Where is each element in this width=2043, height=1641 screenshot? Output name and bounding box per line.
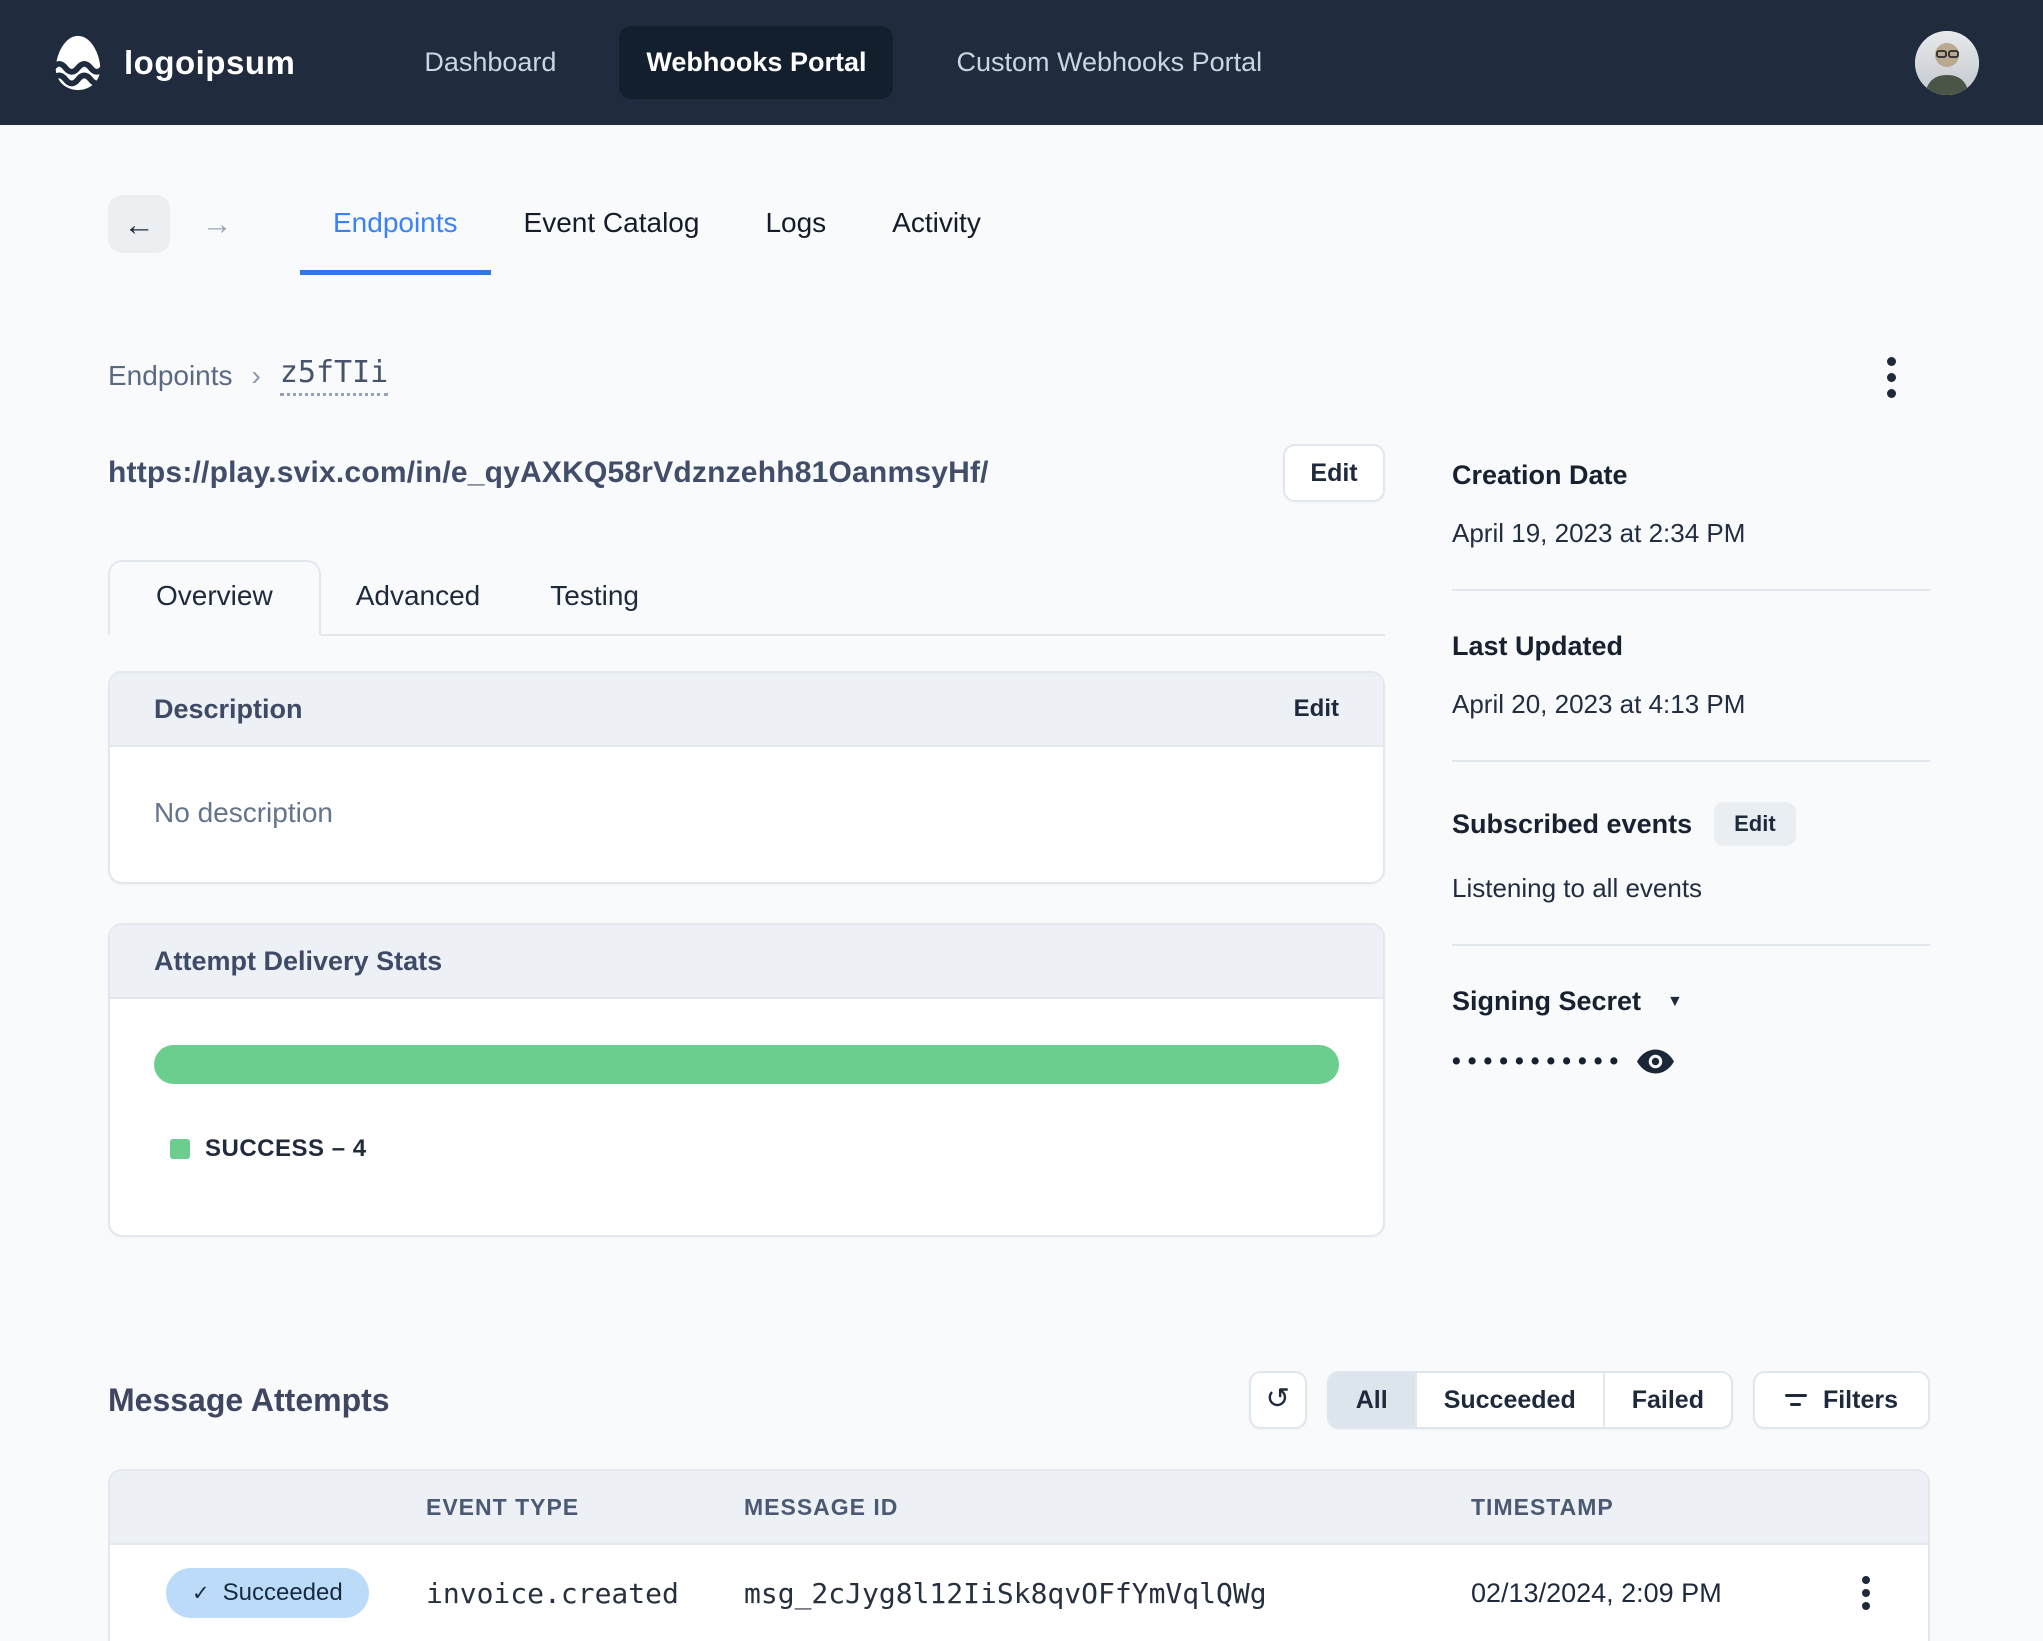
forward-button[interactable]: → bbox=[186, 195, 248, 253]
delivery-stats-card: Attempt Delivery Stats SUCCESS – 4 bbox=[108, 923, 1385, 1237]
last-updated-label: Last Updated bbox=[1452, 631, 1624, 661]
table-header-row: EVENT TYPE MESSAGE ID TIMESTAMP bbox=[110, 1471, 1928, 1545]
creation-date-label: Creation Date bbox=[1452, 460, 1628, 490]
description-body: No description bbox=[110, 747, 1383, 882]
filter-failed-button[interactable]: Failed bbox=[1604, 1373, 1731, 1427]
stats-legend: SUCCESS – 4 bbox=[154, 1135, 1339, 1235]
breadcrumb: Endpoints › z5fTIi bbox=[108, 355, 1385, 396]
no-description-text: No description bbox=[154, 797, 333, 828]
description-title: Description bbox=[154, 693, 303, 724]
tab-activity[interactable]: Activity bbox=[859, 195, 1014, 275]
breadcrumb-endpoint-id[interactable]: z5fTIi bbox=[279, 355, 389, 396]
top-nav: logoipsum Dashboard Webhooks Portal Cust… bbox=[0, 0, 2043, 125]
success-legend-label: SUCCESS – 4 bbox=[205, 1135, 367, 1162]
status-badge: ✓ Succeeded bbox=[166, 1568, 369, 1618]
subscribed-events-value: Listening to all events bbox=[1452, 873, 1703, 903]
message-attempts-controls: ↺ All Succeeded Failed Filters bbox=[1248, 1371, 1930, 1429]
user-avatar[interactable] bbox=[1915, 30, 1979, 95]
nav-item-custom-webhooks-portal[interactable]: Custom Webhooks Portal bbox=[929, 26, 1289, 99]
signing-secret-masked-value: ••••••••••• bbox=[1452, 1047, 1626, 1075]
endpoint-options-kebab-icon[interactable] bbox=[1883, 353, 1900, 402]
divider bbox=[1452, 944, 1930, 946]
signing-secret-toggle[interactable]: Signing Secret ▼ bbox=[1452, 986, 1930, 1017]
message-attempts-header: Message Attempts ↺ All Succeeded Failed … bbox=[108, 1371, 1930, 1429]
page-body: ← → Endpoints Event Catalog Logs Activit… bbox=[0, 195, 2043, 1641]
reveal-secret-button[interactable] bbox=[1637, 1049, 1675, 1074]
forward-arrow-icon: → bbox=[201, 206, 233, 241]
chevron-down-icon: ▼ bbox=[1667, 992, 1683, 1010]
refresh-icon: ↺ bbox=[1265, 1382, 1290, 1415]
timestamp-cell: 02/13/2024, 2:09 PM bbox=[1471, 1577, 1722, 1608]
status-badge-label: Succeeded bbox=[222, 1579, 343, 1606]
delivery-stats-title: Attempt Delivery Stats bbox=[154, 945, 443, 976]
creation-date-block: Creation Date April 19, 2023 at 2:34 PM bbox=[1452, 460, 1930, 549]
logo-text: logoipsum bbox=[124, 43, 296, 81]
endpoint-url: https://play.svix.com/in/e_qyAXKQ58rVdzn… bbox=[108, 456, 989, 489]
delivery-stats-body: SUCCESS – 4 bbox=[110, 999, 1383, 1235]
success-swatch-icon bbox=[170, 1139, 190, 1159]
endpoint-url-row: https://play.svix.com/in/e_qyAXKQ58rVdzn… bbox=[108, 444, 1385, 502]
history-tabs-row: ← → Endpoints Event Catalog Logs Activit… bbox=[108, 195, 1930, 275]
success-bar bbox=[154, 1045, 1339, 1084]
message-id-cell: msg_2cJyg8l12IiSk8qvOFfYmVqlQWg bbox=[744, 1576, 1267, 1610]
filter-all-button[interactable]: All bbox=[1328, 1373, 1417, 1427]
detail-tabbar: Overview Advanced Testing bbox=[108, 560, 1385, 636]
creation-date-value: April 19, 2023 at 2:34 PM bbox=[1452, 518, 1746, 548]
last-updated-value: April 20, 2023 at 4:13 PM bbox=[1452, 689, 1746, 719]
user-avatar-image bbox=[1915, 30, 1979, 95]
content-row: Endpoints › z5fTIi https://play.svix.com… bbox=[108, 339, 1930, 1237]
message-attempts-table: EVENT TYPE MESSAGE ID TIMESTAMP ✓ Succee… bbox=[108, 1469, 1930, 1641]
tab-event-catalog[interactable]: Event Catalog bbox=[491, 195, 733, 275]
delivery-stats-header: Attempt Delivery Stats bbox=[110, 925, 1383, 999]
edit-subscribed-events-button[interactable]: Edit bbox=[1714, 802, 1796, 846]
event-type-column-header: EVENT TYPE bbox=[426, 1493, 580, 1520]
status-cell: ✓ Succeeded bbox=[110, 1568, 426, 1618]
tab-overview[interactable]: Overview bbox=[108, 560, 321, 636]
page-tabs: Endpoints Event Catalog Logs Activity bbox=[300, 195, 1014, 275]
tab-logs[interactable]: Logs bbox=[732, 195, 859, 275]
tab-endpoints[interactable]: Endpoints bbox=[300, 195, 491, 275]
filter-succeeded-button[interactable]: Succeeded bbox=[1416, 1373, 1605, 1427]
breadcrumb-endpoints-link[interactable]: Endpoints bbox=[108, 360, 233, 392]
signing-secret-label: Signing Secret bbox=[1452, 986, 1642, 1016]
row-options-kebab-icon[interactable] bbox=[1858, 1572, 1874, 1614]
filters-button[interactable]: Filters bbox=[1752, 1371, 1930, 1429]
eye-icon bbox=[1637, 1049, 1675, 1074]
table-row[interactable]: ✓ Succeeded invoice.created msg_2cJyg8l1… bbox=[110, 1545, 1928, 1641]
subscribed-events-block: Subscribed events Edit Listening to all … bbox=[1452, 802, 1930, 904]
refresh-button[interactable]: ↺ bbox=[1248, 1371, 1307, 1429]
endpoint-detail: Endpoints › z5fTIi https://play.svix.com… bbox=[108, 339, 1385, 1237]
tab-testing[interactable]: Testing bbox=[515, 562, 674, 634]
message-id-column-header: MESSAGE ID bbox=[744, 1493, 899, 1520]
signing-secret-block: Signing Secret ▼ ••••••••••• bbox=[1452, 986, 1930, 1076]
description-card: Description Edit No description bbox=[108, 671, 1385, 884]
filter-icon bbox=[1784, 1394, 1807, 1406]
subscribed-events-label: Subscribed events bbox=[1452, 808, 1693, 839]
event-type-cell: invoice.created bbox=[426, 1576, 679, 1610]
message-attempts-title: Message Attempts bbox=[108, 1381, 390, 1418]
chevron-right-icon: › bbox=[251, 359, 261, 391]
logo: logoipsum bbox=[49, 34, 295, 92]
tab-advanced[interactable]: Advanced bbox=[321, 562, 516, 634]
last-updated-block: Last Updated April 20, 2023 at 4:13 PM bbox=[1452, 631, 1930, 720]
edit-description-button[interactable]: Edit bbox=[1294, 695, 1339, 723]
top-nav-links: Dashboard Webhooks Portal Custom Webhook… bbox=[397, 26, 1289, 99]
logo-icon bbox=[49, 34, 107, 92]
filters-label: Filters bbox=[1822, 1385, 1898, 1414]
back-button[interactable]: ← bbox=[108, 195, 170, 253]
divider bbox=[1452, 760, 1930, 762]
timestamp-column-header: TIMESTAMP bbox=[1471, 1493, 1614, 1520]
nav-item-webhooks-portal[interactable]: Webhooks Portal bbox=[619, 26, 894, 99]
status-filter-segmented: All Succeeded Failed bbox=[1326, 1371, 1733, 1429]
check-icon: ✓ bbox=[192, 1581, 210, 1605]
description-card-header: Description Edit bbox=[110, 673, 1383, 747]
edit-url-button[interactable]: Edit bbox=[1283, 444, 1385, 502]
divider bbox=[1452, 589, 1930, 591]
message-attempts-section: Message Attempts ↺ All Succeeded Failed … bbox=[108, 1371, 1930, 1641]
endpoint-sidebar: Creation Date April 19, 2023 at 2:34 PM … bbox=[1452, 339, 1930, 1237]
nav-item-dashboard[interactable]: Dashboard bbox=[397, 26, 583, 99]
back-arrow-icon: ← bbox=[123, 206, 155, 242]
